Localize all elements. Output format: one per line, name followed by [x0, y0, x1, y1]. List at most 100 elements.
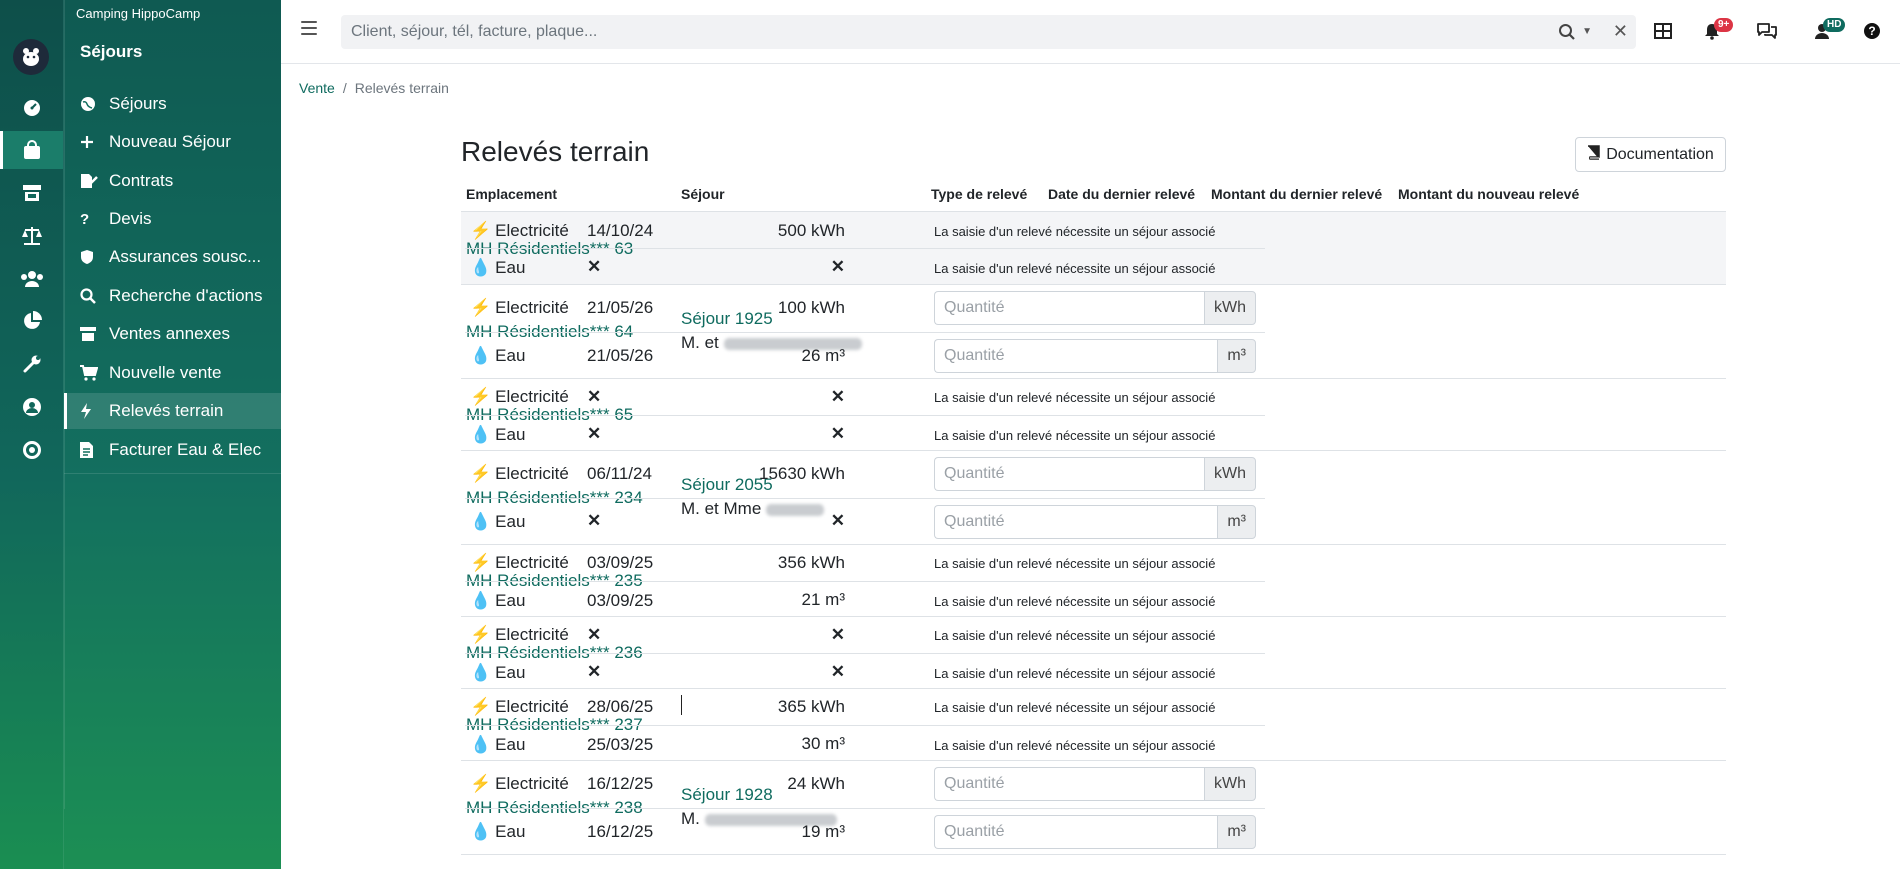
col-date: Date du dernier relevé — [1048, 186, 1196, 202]
reading-row-eau: 💧 Eau 25/03/25 30 m³ La saisie d'un relev… — [465, 725, 1265, 761]
missing-icon: ✕ — [830, 625, 845, 644]
water-drop-icon: 💧 — [470, 591, 492, 610]
water-drop-icon: 💧 — [470, 822, 492, 841]
missing-icon: ✕ — [587, 662, 602, 681]
page-title: Relevés terrain — [461, 136, 650, 167]
hamburger-icon[interactable] — [301, 21, 317, 35]
menu-item-assurances[interactable]: Assurances sousc... — [64, 239, 282, 275]
menu-item-label: Contrats — [109, 171, 174, 190]
wrench-icon[interactable] — [0, 345, 63, 383]
menu-item-label: Nouveau Séjour — [109, 132, 231, 151]
users-icon[interactable] — [0, 260, 63, 298]
menu-item-label: Facturer Eau & Elec — [109, 440, 262, 459]
water-drop-icon: 💧 — [470, 346, 492, 365]
missing-icon: ✕ — [587, 257, 602, 276]
quantity-input[interactable] — [934, 457, 1204, 491]
reading-row-eau: 💧Eau ✕ ✕ m³ — [465, 498, 1265, 545]
hippo-logo[interactable] — [13, 39, 49, 75]
reading-row-eau: 💧Eau 21/05/26 26 m³ m³ — [465, 332, 1265, 379]
topbar: ▼ ✕ 9+ HD ? — [281, 0, 1900, 64]
breadcrumb-vente[interactable]: Vente — [299, 80, 335, 96]
menu-item-devis[interactable]: ? Devis — [64, 201, 282, 237]
dashboard-icon[interactable] — [0, 89, 63, 127]
breadcrumb-current: Relevés terrain — [354, 80, 449, 96]
missing-icon: ✕ — [830, 387, 845, 406]
quantity-input[interactable] — [934, 505, 1218, 539]
clear-search-icon[interactable]: ✕ — [1613, 21, 1628, 42]
elec-quantity-field: kWh — [934, 767, 1256, 801]
question-icon: ? — [80, 210, 90, 228]
reading-row-elec: ⚡Electricité 21/05/26 100 kWh kWh — [465, 285, 1265, 332]
grid-icon[interactable] — [1652, 20, 1674, 42]
menu-item-label: Assurances sousc... — [109, 247, 262, 266]
menu-item-label: Séjours — [109, 94, 167, 113]
menu-item-ventes-annexes[interactable]: Ventes annexes — [64, 316, 282, 352]
quantity-input[interactable] — [934, 767, 1204, 801]
menu-item-sejours[interactable]: Séjours — [64, 86, 282, 122]
water-drop-icon: 💧 — [470, 258, 492, 277]
cart-icon — [80, 364, 100, 382]
documentation-button[interactable]: Documentation — [1575, 137, 1726, 172]
missing-icon: ✕ — [830, 511, 845, 530]
elec-quantity-field: kWh — [934, 291, 1256, 325]
menu-item-facturer-eau-elec[interactable]: Facturer Eau & Elec — [64, 432, 282, 468]
scale-icon[interactable] — [0, 217, 63, 255]
quantity-input[interactable] — [934, 339, 1218, 373]
menu-item-label: Nouvelle vente — [109, 363, 222, 382]
search-icon[interactable] — [1558, 23, 1576, 46]
store-icon[interactable] — [0, 174, 63, 212]
reading-row-elec: ⚡Electricité 06/11/24 15630 kWh kWh — [465, 451, 1265, 498]
menu-item-contrats[interactable]: Contrats — [64, 163, 282, 199]
bolt-icon: ⚡ — [470, 464, 492, 483]
bolt-icon — [80, 402, 100, 420]
shopping-bag-icon[interactable] — [0, 131, 63, 169]
bolt-icon: ⚡ — [470, 298, 492, 317]
menu-item-label: Ventes annexes — [109, 324, 230, 343]
menu-item-recherche-actions[interactable]: Recherche d'actions — [64, 278, 282, 314]
signature-icon — [80, 172, 100, 190]
reading-row-elec: ⚡ Electricité 14/10/24 500 kWh La saisie … — [470, 221, 1216, 240]
reading-row-elec: ⚡Electricité 16/12/25 24 kWh kWh — [465, 761, 1265, 808]
chevron-down-icon[interactable]: ▼ — [1582, 26, 1592, 37]
reading-row-eau: 💧 Eau 03/09/25 21 m³ La saisie d'un relev… — [465, 581, 1265, 617]
store-icon — [80, 325, 100, 343]
menu-item-label: Recherche d'actions — [109, 286, 263, 305]
plus-icon — [80, 133, 100, 151]
col-emplacement: Emplacement — [466, 186, 558, 202]
missing-icon: ✕ — [830, 662, 845, 681]
missing-icon: ✕ — [587, 511, 602, 530]
elec-quantity-field: kWh — [934, 457, 1256, 491]
search-icon — [80, 287, 100, 305]
menu-item-releves-terrain[interactable]: Relevés terrain — [64, 393, 282, 429]
menu-item-nouveau-sejour[interactable]: Nouveau Séjour — [64, 124, 282, 160]
section-menu: Camping HippoCamp Séjours Séjours Nouvea… — [63, 0, 282, 869]
missing-icon: ✕ — [830, 257, 845, 276]
search-input[interactable] — [351, 23, 1531, 41]
notifications-badge: 9+ — [1714, 18, 1734, 32]
water-drop-icon: 💧 — [470, 512, 492, 531]
reading-row-eau: 💧 Eau ✕ ✕ La saisie d'un relevé nécessite… — [465, 653, 1265, 689]
col-sejour: Séjour — [681, 186, 725, 202]
chat-icon[interactable] — [1756, 20, 1778, 42]
help-icon[interactable]: ? — [1861, 20, 1883, 42]
breadcrumb: Vente / Relevés terrain — [299, 80, 449, 96]
quantity-input[interactable] — [934, 815, 1218, 849]
company-name: Camping HippoCamp — [76, 6, 201, 21]
bolt-icon: ⚡ — [470, 774, 492, 793]
bolt-icon: ⚡ — [470, 697, 492, 716]
lifebuoy-icon[interactable] — [0, 431, 63, 469]
missing-icon: ✕ — [587, 387, 602, 406]
section-title: Séjours — [80, 42, 143, 61]
eau-quantity-field: m³ — [934, 505, 1256, 539]
reading-row-eau: 💧 Eau ✕ ✕ La saisie d'un relevé nécessite… — [465, 248, 1265, 285]
col-last-amount: Montant du dernier relevé — [1211, 186, 1383, 202]
pie-chart-icon[interactable] — [0, 302, 63, 340]
user-circle-icon[interactable] — [0, 388, 63, 426]
quantity-input[interactable] — [934, 291, 1204, 325]
menu-item-label: Relevés terrain — [109, 401, 224, 420]
col-new-amount: Montant du nouveau relevé — [1398, 186, 1580, 202]
menu-item-nouvelle-vente[interactable]: Nouvelle vente — [64, 355, 282, 391]
missing-icon: ✕ — [587, 625, 602, 644]
icon-rail — [0, 0, 63, 869]
water-drop-icon: 💧 — [470, 735, 492, 754]
